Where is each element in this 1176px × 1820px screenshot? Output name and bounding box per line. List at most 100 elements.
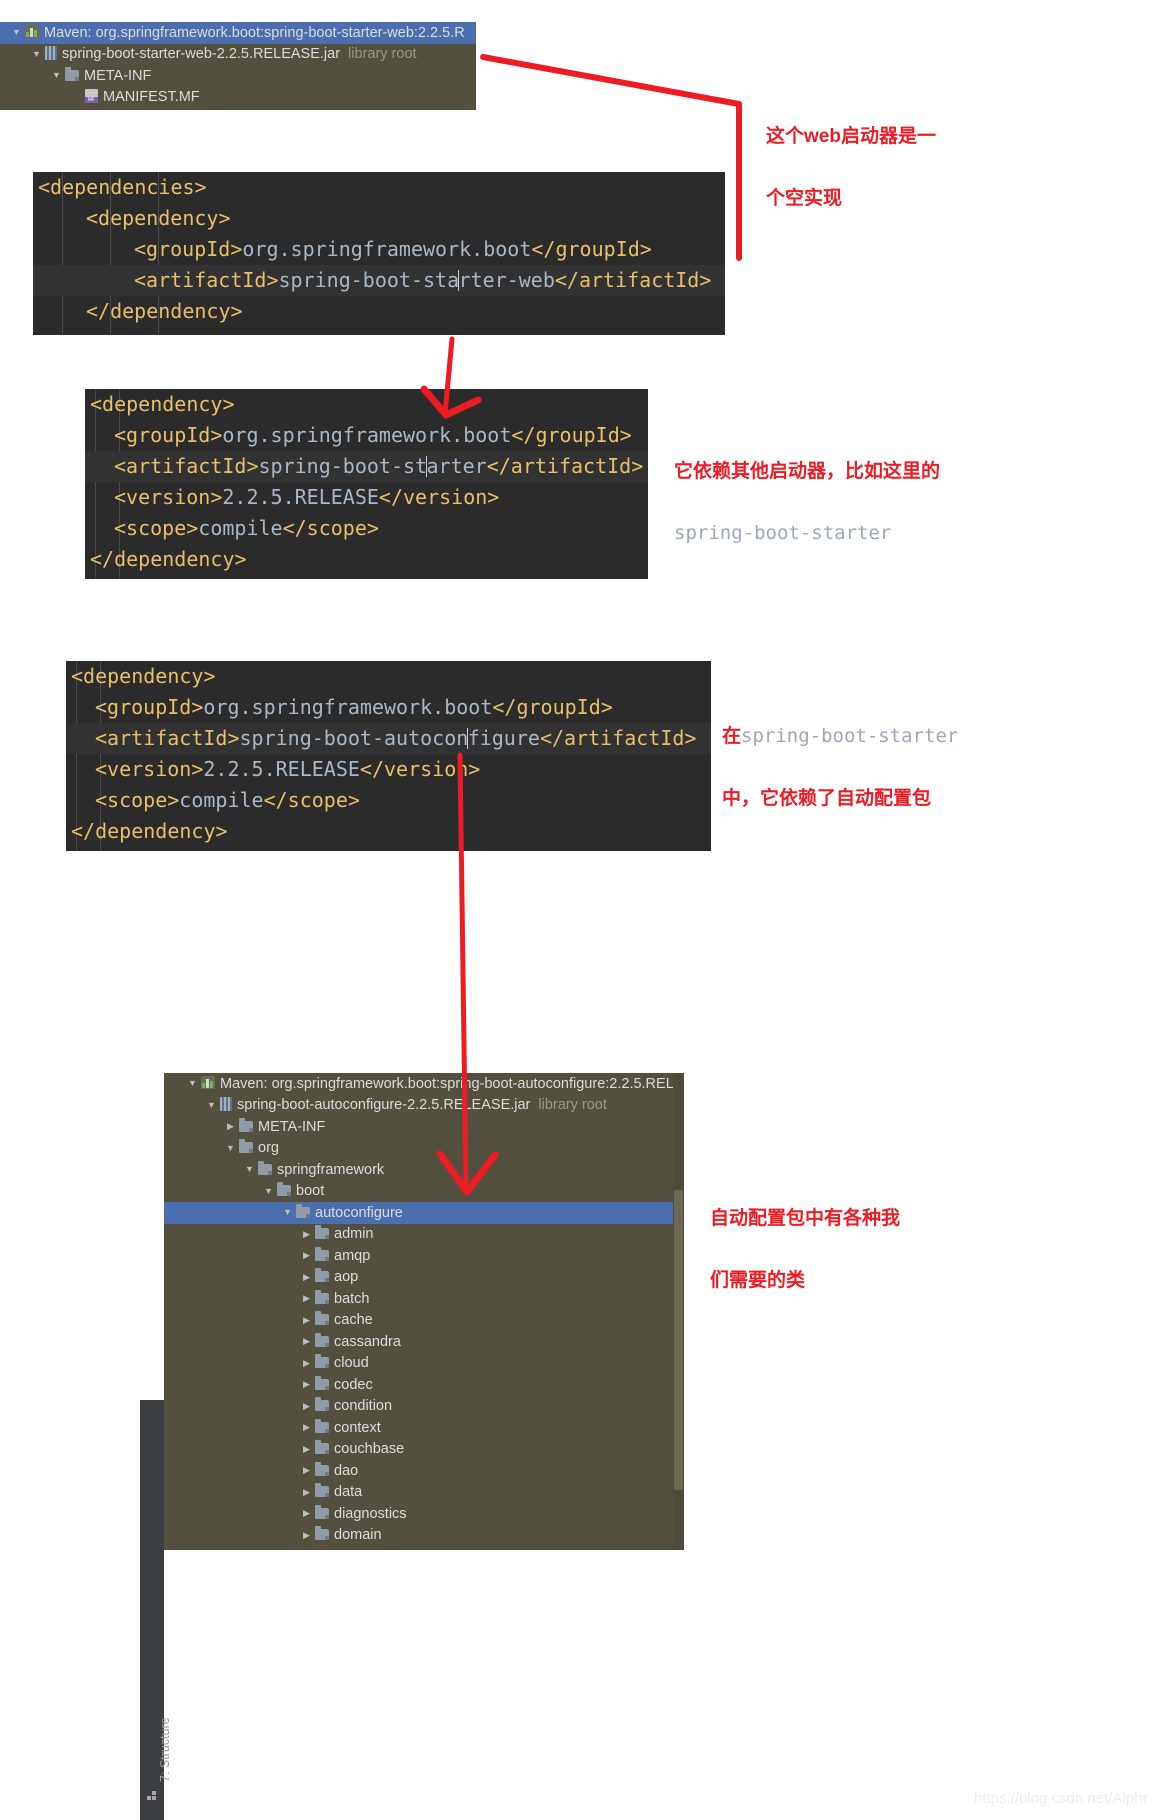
structure-icon — [147, 1791, 158, 1802]
tree-row[interactable]: ▶ dao — [164, 1460, 684, 1482]
code-line[interactable]: <version>2.2.5.RELEASE</version> — [85, 482, 648, 513]
chevron-right-icon[interactable]: ▶ — [298, 1267, 315, 1288]
tree-row[interactable]: ▼ spring-boot-starter-web-2.2.5.RELEASE.j… — [0, 44, 476, 66]
chevron-down-icon[interactable]: ▼ — [8, 22, 25, 43]
chevron-right-icon[interactable]: ▶ — [298, 1245, 315, 1266]
code-token: </groupId> — [492, 695, 613, 719]
tree-row[interactable]: ▼ autoconfigure — [164, 1202, 684, 1224]
code-line[interactable]: <groupId>org.springframework.boot</group… — [66, 692, 711, 723]
tree-row[interactable]: ▼ Maven: org.springframework.boot:spring-… — [0, 22, 476, 44]
folder-icon — [315, 1246, 329, 1265]
jar-icon — [45, 46, 57, 64]
code-token: 2.2.5.RELEASE — [203, 757, 360, 781]
maven-dependency-tree-bottom[interactable]: ▼ Maven: org.springframework.boot:spring-… — [164, 1073, 684, 1550]
tree-row[interactable]: ▶ META-INF — [164, 1116, 684, 1138]
tree-row[interactable]: ▶ codec — [164, 1374, 684, 1396]
chevron-right-icon[interactable]: ▶ — [298, 1224, 315, 1245]
chevron-right-icon[interactable]: ▶ — [298, 1503, 315, 1524]
code-token: spring-boot-autocon — [239, 726, 469, 750]
folder-icon — [315, 1332, 329, 1351]
folder-icon — [315, 1440, 329, 1458]
annotation-line: 它依赖其他启动器，比如这里的 — [674, 461, 941, 482]
chevron-down-icon[interactable]: ▼ — [203, 1095, 220, 1116]
tree-row[interactable]: ▼ MANIFEST.MF — [0, 87, 476, 109]
code-block-spring-boot-autoconfigure[interactable]: <dependency> <groupId>org.springframework… — [66, 661, 711, 851]
tree-row[interactable]: ▼ boot — [164, 1181, 684, 1203]
tree-row[interactable]: ▶ admin — [164, 1224, 684, 1246]
tree-row[interactable]: ▼ META-INF — [0, 65, 476, 87]
tree-item-label: diagnostics — [334, 1505, 407, 1522]
code-token: <groupId> — [134, 237, 243, 261]
code-line[interactable]: <groupId>org.springframework.boot</group… — [85, 420, 648, 451]
chevron-down-icon[interactable]: ▼ — [48, 65, 65, 86]
code-block-pom-dependencies[interactable]: <dependencies> <dependency> <groupId>org.s… — [33, 172, 725, 335]
tree-item-label: META-INF — [258, 1118, 326, 1135]
chevron-down-icon[interactable]: ▼ — [184, 1073, 201, 1094]
code-line[interactable]: </dependency> — [33, 296, 725, 327]
tree-row[interactable]: ▶ cloud — [164, 1353, 684, 1375]
tree-row[interactable]: ▶ diagnostics — [164, 1503, 684, 1525]
code-token: </scope> — [263, 788, 360, 812]
code-line[interactable]: <artifactId>spring-boot-autoconfigure</a… — [66, 723, 711, 754]
chevron-down-icon[interactable]: ▼ — [260, 1181, 277, 1202]
tree-scrollbar-thumb[interactable] — [674, 1190, 683, 1490]
structure-tool-window-label[interactable]: 7: Structure — [158, 1717, 172, 1782]
tree-row[interactable]: ▼ org — [164, 1138, 684, 1160]
chevron-right-icon[interactable]: ▶ — [298, 1460, 315, 1481]
code-line[interactable]: <version>2.2.5.RELEASE</version> — [66, 754, 711, 785]
chevron-right-icon[interactable]: ▶ — [298, 1417, 315, 1438]
chevron-right-icon[interactable]: ▶ — [298, 1310, 315, 1331]
chevron-right-icon[interactable]: ▶ — [222, 1116, 239, 1137]
chevron-down-icon[interactable]: ▼ — [279, 1202, 296, 1223]
code-line[interactable]: </dependency> — [85, 544, 648, 575]
tree-item-label: batch — [334, 1290, 370, 1307]
chevron-down-icon[interactable]: ▼ — [222, 1138, 239, 1159]
tree-row[interactable]: ▶ condition — [164, 1396, 684, 1418]
code-line[interactable]: <artifactId>spring-boot-starter</artifac… — [85, 451, 648, 482]
chevron-right-icon[interactable]: ▶ — [298, 1482, 315, 1503]
code-line[interactable]: <artifactId>spring-boot-starter-web</art… — [33, 265, 725, 296]
code-token: <groupId> — [114, 423, 223, 447]
tree-row[interactable]: ▶ domain — [164, 1525, 684, 1547]
code-line[interactable]: <dependencies> — [33, 172, 725, 203]
chevron-right-icon[interactable]: ▶ — [298, 1439, 315, 1460]
annotation-line: 个空实现 — [766, 188, 843, 209]
tree-row[interactable]: ▶ context — [164, 1417, 684, 1439]
tree-row[interactable]: ▶ data — [164, 1482, 684, 1504]
code-line[interactable]: </dependency> — [66, 816, 711, 847]
code-token: rter-web — [458, 268, 555, 292]
code-line[interactable]: <groupId>org.springframework.boot</group… — [33, 234, 725, 265]
tree-row[interactable]: ▶ batch — [164, 1288, 684, 1310]
tree-row[interactable]: ▼ springframework — [164, 1159, 684, 1181]
code-line[interactable]: <dependency> — [85, 389, 648, 420]
code-line[interactable]: <scope>compile</scope> — [85, 513, 648, 544]
tree-row[interactable]: ▼ Maven: org.springframework.boot:spring-… — [164, 1073, 684, 1095]
code-line[interactable]: <dependency> — [66, 661, 711, 692]
code-token: </artifactId> — [539, 726, 697, 750]
tree-row[interactable]: ▶ couchbase — [164, 1439, 684, 1461]
code-line[interactable]: <dependency> — [33, 203, 725, 234]
annotation-depends-autoconfigure: 在spring-boot-starter 中，它依赖了自动配置包 — [722, 690, 958, 845]
tree-row[interactable]: ▼ spring-boot-autoconfigure-2.2.5.RELEASE… — [164, 1095, 684, 1117]
code-token: <version> — [95, 757, 204, 781]
chevron-down-icon[interactable]: ▼ — [241, 1159, 258, 1180]
chevron-right-icon[interactable]: ▶ — [298, 1374, 315, 1395]
chevron-right-icon[interactable]: ▶ — [298, 1353, 315, 1374]
tree-row[interactable]: ▶ amqp — [164, 1245, 684, 1267]
chevron-right-icon[interactable]: ▶ — [298, 1288, 315, 1309]
tree-row[interactable]: ▶ aop — [164, 1267, 684, 1289]
code-token: compile — [179, 788, 264, 812]
tree-row[interactable]: ▶ cassandra — [164, 1331, 684, 1353]
folder-icon — [315, 1375, 329, 1394]
chevron-right-icon[interactable]: ▶ — [298, 1525, 315, 1546]
maven-dependency-tree-top[interactable]: ▼ Maven: org.springframework.boot:spring-… — [0, 22, 476, 110]
tree-item-label: cloud — [334, 1355, 369, 1372]
chevron-right-icon[interactable]: ▶ — [298, 1396, 315, 1417]
chevron-down-icon[interactable]: ▼ — [28, 44, 45, 65]
tree-item-label: Maven: org.springframework.boot:spring-b… — [44, 24, 465, 41]
code-line[interactable]: <scope>compile</scope> — [66, 785, 711, 816]
tree-row[interactable]: ▶ cache — [164, 1310, 684, 1332]
code-block-spring-boot-starter[interactable]: <dependency> <groupId>org.springframework… — [85, 389, 648, 579]
chevron-right-icon[interactable]: ▶ — [298, 1331, 315, 1352]
code-token: <dependency> — [90, 392, 235, 416]
